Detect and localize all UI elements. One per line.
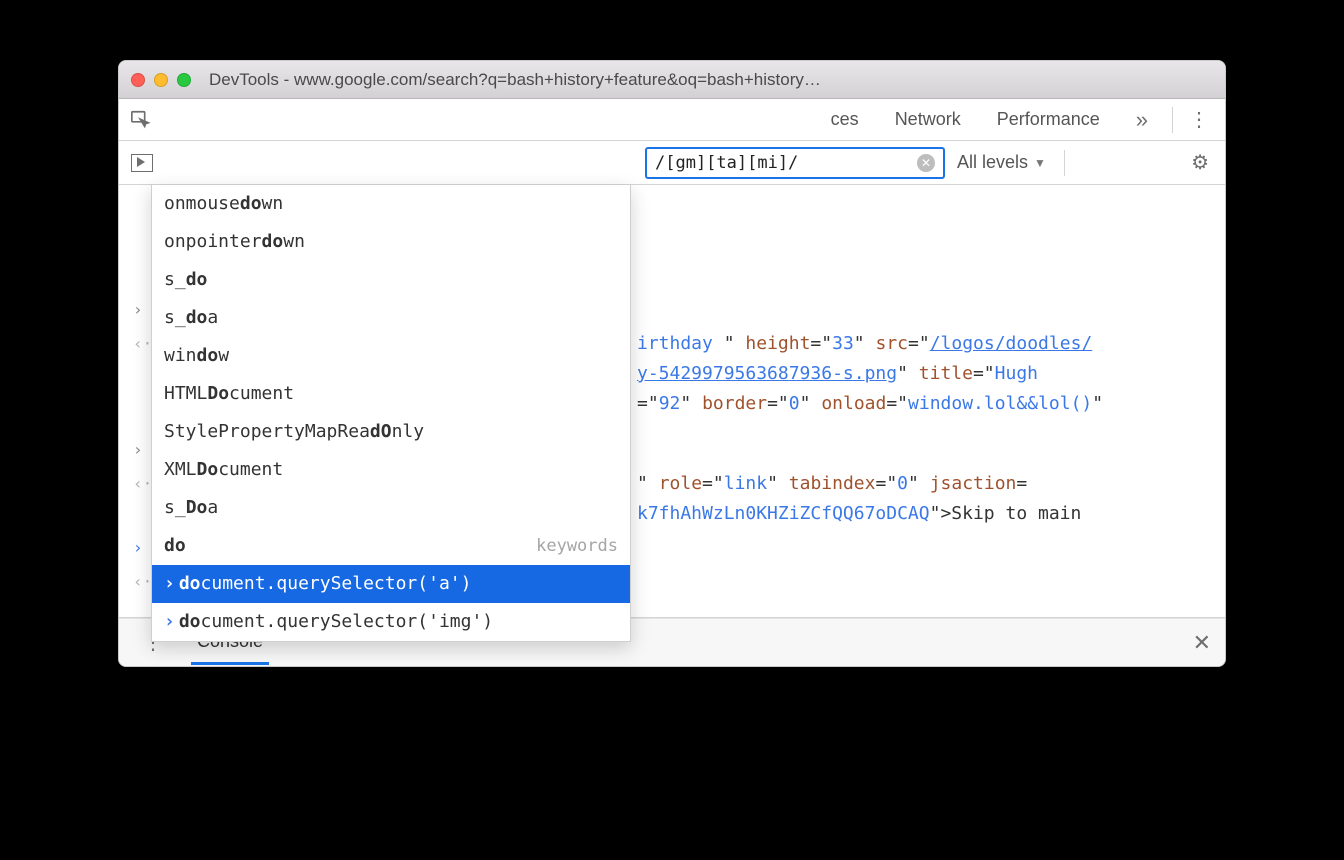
traffic-lights <box>131 73 191 87</box>
caret-down-icon: ▼ <box>1034 156 1046 170</box>
titlebar: DevTools - www.google.com/search?q=bash+… <box>119 61 1225 99</box>
ac-item[interactable]: onmousedown <box>152 185 630 223</box>
ac-item[interactable]: XMLDocument <box>152 451 630 489</box>
ac-item-selected[interactable]: ›document.querySelector('a') <box>152 565 630 603</box>
log-levels-dropdown[interactable]: All levels ▼ <box>957 152 1046 173</box>
minimize-window-icon[interactable] <box>154 73 168 87</box>
panel-tabs: Elements ces Network Performance » ⋮ <box>119 99 1225 141</box>
zoom-window-icon[interactable] <box>177 73 191 87</box>
history-icon: › <box>164 569 175 599</box>
console-body: onmousedown onpointerdown s_do s_doa win… <box>119 185 1225 618</box>
devtools-window: DevTools - www.google.com/search?q=bash+… <box>118 60 1226 667</box>
ac-item[interactable]: HTMLDocument <box>152 375 630 413</box>
tab-performance[interactable]: Performance <box>979 109 1118 130</box>
ac-item[interactable]: s_do <box>152 261 630 299</box>
tab-partial[interactable]: ces <box>813 109 877 130</box>
autocomplete-popup: onmousedown onpointerdown s_do s_doa win… <box>151 185 631 642</box>
ac-item[interactable]: s_doa <box>152 299 630 337</box>
console-settings-icon[interactable]: ⚙ <box>1183 150 1217 175</box>
filter-input[interactable] <box>655 153 911 173</box>
kebab-menu-icon[interactable]: ⋮ <box>1179 107 1219 132</box>
history-icon: › <box>164 607 175 637</box>
window-title: DevTools - www.google.com/search?q=bash+… <box>209 70 821 90</box>
tab-network[interactable]: Network <box>877 109 979 130</box>
ac-item[interactable]: ›document.querySelector('img') <box>152 603 630 641</box>
ac-item[interactable]: onpointerdown <box>152 223 630 261</box>
ac-item[interactable]: s_Doa <box>152 489 630 527</box>
close-window-icon[interactable] <box>131 73 145 87</box>
tabs-overflow-icon[interactable]: » <box>1118 107 1166 133</box>
ac-item[interactable]: dokeywords <box>152 527 630 565</box>
inspect-icon[interactable] <box>125 109 157 131</box>
ac-hint: keywords <box>536 531 618 561</box>
clear-filter-icon[interactable]: ✕ <box>917 154 935 172</box>
ac-item[interactable]: window <box>152 337 630 375</box>
ac-item[interactable]: StylePropertyMapReadOnly <box>152 413 630 451</box>
console-toolbar: ✕ All levels ▼ ⚙ <box>119 141 1225 185</box>
filter-input-wrapper: ✕ <box>645 147 945 179</box>
divider <box>1172 107 1173 133</box>
close-drawer-icon[interactable]: ✕ <box>1193 630 1211 656</box>
log-levels-label: All levels <box>957 152 1028 173</box>
execution-context-icon[interactable] <box>131 154 153 172</box>
divider <box>1064 150 1065 176</box>
